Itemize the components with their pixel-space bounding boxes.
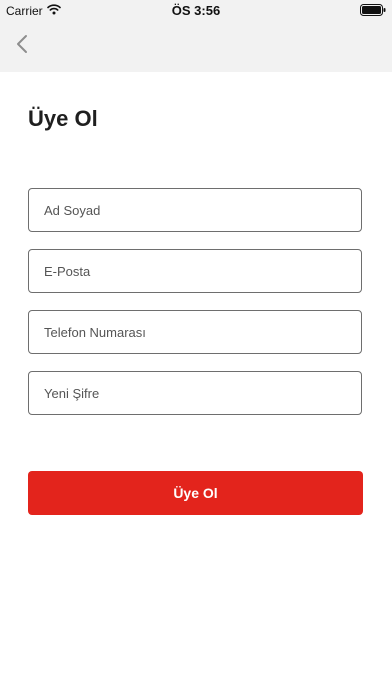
register-button[interactable]: Üye Ol (28, 471, 363, 515)
navigation-bar (0, 22, 392, 72)
chevron-left-icon (16, 34, 28, 59)
name-input[interactable] (29, 189, 361, 231)
page-title: Üye Ol (28, 106, 98, 131)
password-field (28, 371, 362, 415)
password-input[interactable] (29, 372, 361, 414)
email-input[interactable] (29, 250, 361, 292)
phone-field (28, 310, 362, 354)
status-bar: Carrier ÖS 3:56 (0, 0, 392, 22)
battery-icon (360, 4, 386, 19)
status-time: ÖS 3:56 (171, 3, 221, 18)
email-field (28, 249, 362, 293)
back-button[interactable] (8, 31, 36, 61)
phone-input[interactable] (29, 311, 361, 353)
name-field (28, 188, 362, 232)
